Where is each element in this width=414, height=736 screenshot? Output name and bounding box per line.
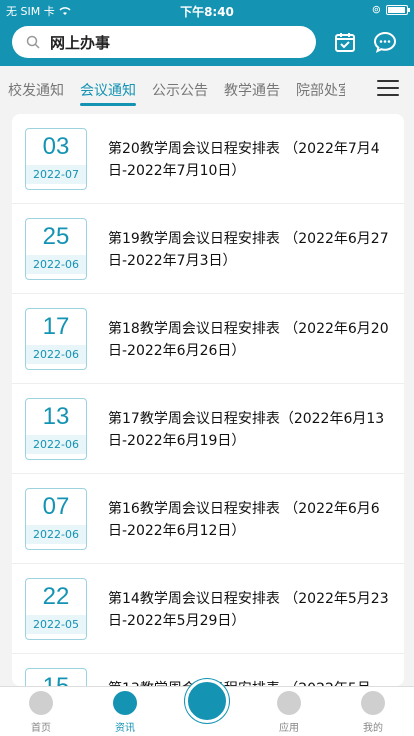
item-title: 第19教学周会议日程安排表 （2022年6月27日-2022年7月3日） xyxy=(108,231,389,269)
search-icon xyxy=(26,35,40,49)
apps-icon xyxy=(277,691,301,715)
nav-apps[interactable]: 应用 xyxy=(259,691,319,734)
date-badge: 25 2022-06 xyxy=(25,218,87,280)
notice-list: 03 2022-07 第20教学周会议日程安排表 （2022年7月4日-2022… xyxy=(12,114,404,686)
date-day: 07 xyxy=(42,493,70,520)
date-year-month: 2022-06 xyxy=(26,255,86,274)
date-day: 25 xyxy=(42,223,70,250)
calendar-check-icon[interactable] xyxy=(333,30,357,54)
date-badge: 17 2022-06 xyxy=(25,308,87,370)
orientation-lock-icon: ⊚ xyxy=(371,3,381,16)
menu-icon[interactable] xyxy=(377,80,399,98)
date-badge: 03 2022-07 xyxy=(25,128,87,190)
active-tab-indicator xyxy=(80,103,136,106)
nav-label: 应用 xyxy=(279,723,299,734)
nav-profile[interactable]: 我的 xyxy=(343,691,403,734)
tab-department[interactable]: 院部处室 xyxy=(296,80,345,100)
date-day: 13 xyxy=(42,403,70,430)
status-time: 下午8:40 xyxy=(180,5,234,19)
nav-label: 我的 xyxy=(363,723,383,734)
date-badge: 13 2022-06 xyxy=(25,398,87,460)
tab-teaching-notice[interactable]: 教学通告 xyxy=(224,80,280,100)
category-tabs: 校发通知 会议通知 公示公告 教学通告 院部处室 xyxy=(0,66,414,110)
nav-label: 资讯 xyxy=(115,723,135,734)
list-item[interactable]: 07 2022-06 第16教学周会议日程安排表 （2022年6月6日-2022… xyxy=(12,474,404,564)
news-icon xyxy=(113,691,137,715)
battery-icon xyxy=(386,4,410,15)
list-item[interactable]: 25 2022-06 第19教学周会议日程安排表 （2022年6月27日-202… xyxy=(12,204,404,294)
date-year-month: 2022-06 xyxy=(26,525,86,544)
item-title: 第16教学周会议日程安排表 （2022年6月6日-2022年6月12日） xyxy=(108,501,380,539)
date-year-month: 2022-05 xyxy=(26,615,86,634)
search-bar[interactable]: 网上办事 xyxy=(12,26,316,58)
item-title: 第18教学周会议日程安排表 （2022年6月20日-2022年6月26日） xyxy=(108,321,389,359)
nav-home[interactable]: 首页 xyxy=(11,691,71,734)
item-title: 第17教学周会议日程安排表（2022年6月13日-2022年6月19日） xyxy=(108,411,385,449)
home-icon xyxy=(29,691,53,715)
tab-meeting-notice[interactable]: 会议通知 xyxy=(80,80,136,100)
date-day: 15 xyxy=(26,673,86,686)
item-title: 第14教学周会议日程安排表 （2022年5月23日-2022年5月29日） xyxy=(108,591,389,629)
date-badge: 07 2022-06 xyxy=(25,488,87,550)
status-right: ⊚ xyxy=(371,3,410,16)
bottom-nav: 首页 资讯 应用 我的 xyxy=(0,679,414,736)
date-year-month: 2022-06 xyxy=(26,435,86,454)
date-badge: 15 xyxy=(25,668,87,686)
list-item[interactable]: 13 2022-06 第17教学周会议日程安排表（2022年6月13日-2022… xyxy=(12,384,404,474)
list-item[interactable]: 22 2022-05 第14教学周会议日程安排表 （2022年5月23日-202… xyxy=(12,564,404,654)
status-bar: 无 SIM 卡 下午8:40 ⊚ xyxy=(0,0,414,20)
tabs-scroll: 校发通知 会议通知 公示公告 教学通告 院部处室 xyxy=(0,66,345,110)
chat-bubble-icon[interactable] xyxy=(373,30,397,54)
top-header: 无 SIM 卡 下午8:40 ⊚ 网上办事 xyxy=(0,0,414,66)
search-text: 网上办事 xyxy=(50,33,111,52)
nav-label: 首页 xyxy=(31,723,51,734)
profile-icon xyxy=(361,691,385,715)
item-title: 第13教学周会议日程安排表 （2022年5月 xyxy=(108,678,393,686)
date-year-month: 2022-06 xyxy=(26,345,86,364)
tab-public-announcement[interactable]: 公示公告 xyxy=(152,80,208,100)
date-day: 17 xyxy=(42,313,70,340)
date-badge: 22 2022-05 xyxy=(25,578,87,640)
center-logo-icon[interactable] xyxy=(185,679,229,723)
date-day: 03 xyxy=(42,133,70,160)
tab-school-notice[interactable]: 校发通知 xyxy=(8,80,64,100)
list-item[interactable]: 17 2022-06 第18教学周会议日程安排表 （2022年6月20日-202… xyxy=(12,294,404,384)
list-item[interactable]: 03 2022-07 第20教学周会议日程安排表 （2022年7月4日-2022… xyxy=(12,114,404,204)
item-title: 第20教学周会议日程安排表 （2022年7月4日-2022年7月10日） xyxy=(108,141,380,179)
nav-news[interactable]: 资讯 xyxy=(95,691,155,734)
date-year-month: 2022-07 xyxy=(26,165,86,184)
date-day: 22 xyxy=(42,583,70,610)
